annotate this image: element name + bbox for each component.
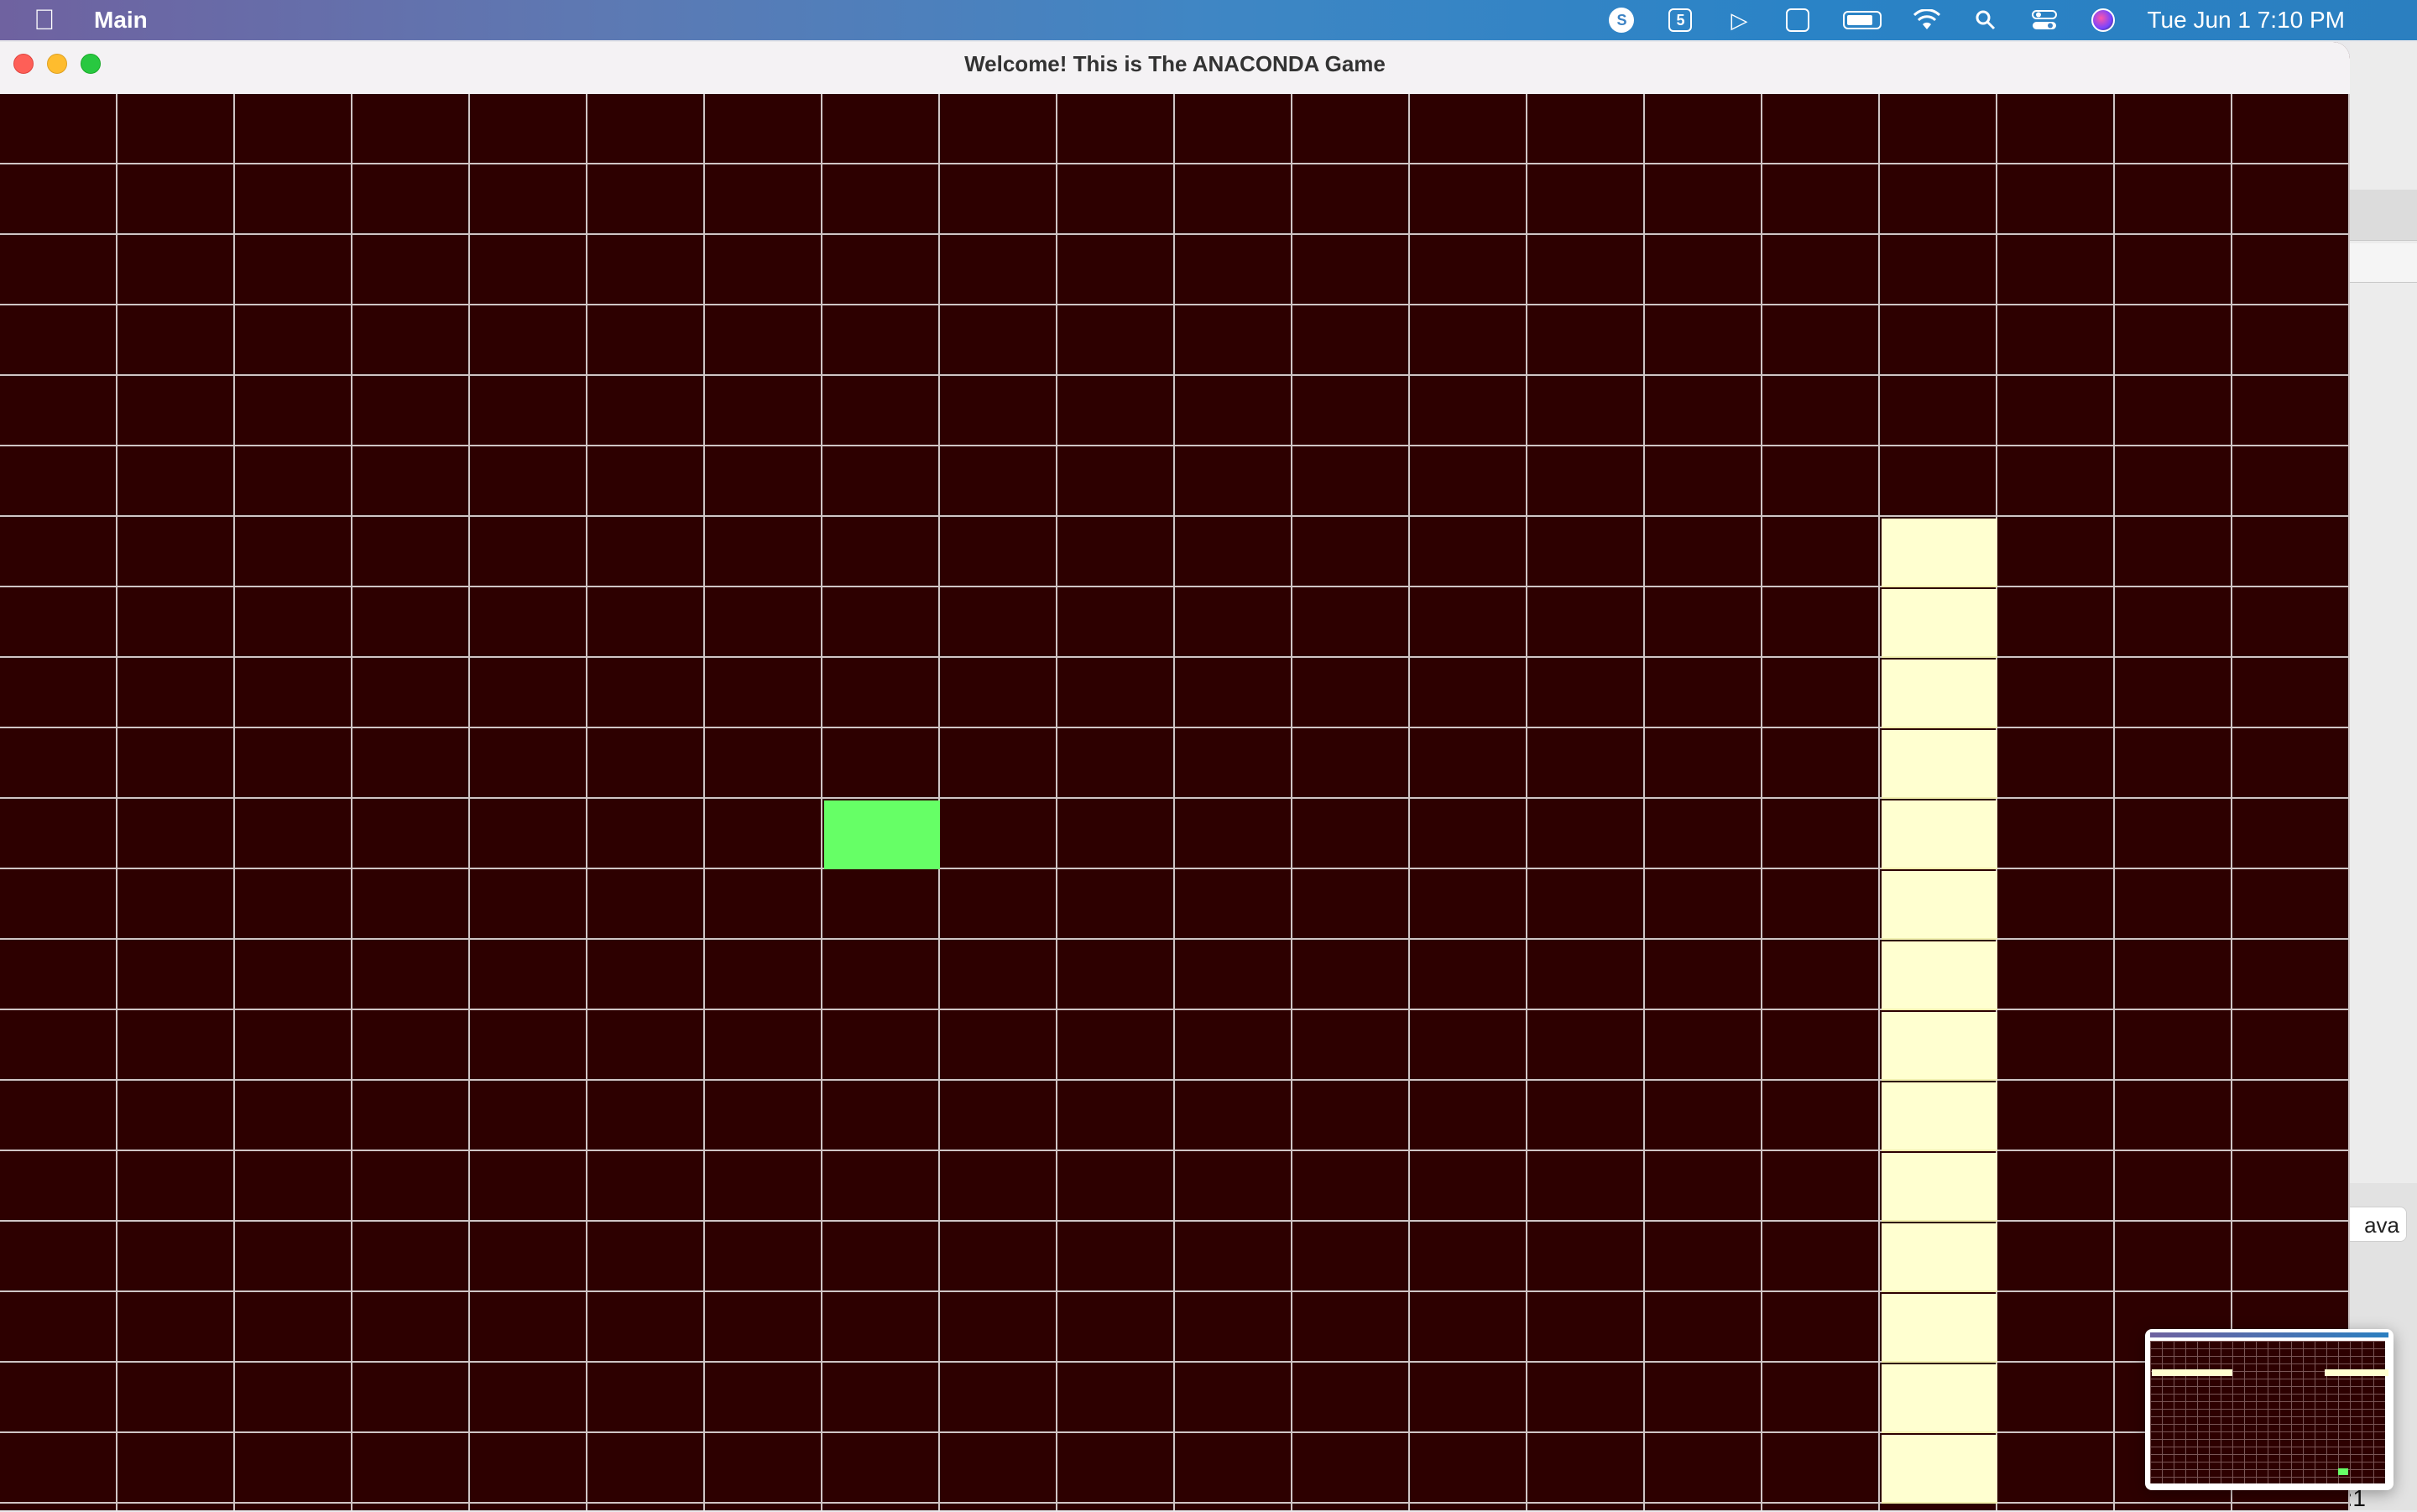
snake-segment [1882,871,1997,940]
background-toolbar [2350,190,2417,241]
status-tray: S 5 ▷ Tue Jun 1 7:10 PM [1606,0,2417,40]
siri-icon[interactable] [2088,7,2118,34]
skype-icon[interactable]: S [1606,7,1637,34]
thumbnail-snake-left [2152,1369,2232,1376]
snake-segment [1882,1223,1997,1292]
window-title: Welcome! This is The ANACONDA Game [964,51,1386,76]
title-bar[interactable]: Welcome! This is The ANACONDA Game [0,42,2350,95]
snake-segment [1882,1294,1997,1363]
snake-segment [1882,589,1997,658]
thumbnail-menubar [2150,1332,2388,1337]
snake-segment [1882,1364,1997,1433]
background-tabbar [2350,243,2417,283]
food-pellet [824,800,940,869]
snake-segment [1882,1435,1997,1504]
snake-segment [1882,660,1997,728]
window-manager-icon[interactable] [1783,7,1813,34]
wifi-icon[interactable] [1912,7,1942,34]
clock[interactable]: Tue Jun 1 7:10 PM [2147,7,2345,34]
menu-bar:  Main S 5 ▷ Tue Jun 1 7:10 PM [0,0,2417,40]
game-board[interactable] [0,94,2350,1510]
snake-segment [1882,1012,1997,1081]
snake-segment [1882,800,1997,869]
control-center-icon[interactable] [2029,7,2059,34]
screenshot-thumbnail[interactable] [2145,1329,2394,1490]
snake-segment [1882,941,1997,1010]
snake-segment [1882,1082,1997,1151]
snake-segment [1882,1153,1997,1222]
app-menu-main[interactable]: Main [94,5,148,35]
thumbnail-board [2150,1341,2385,1483]
thumbnail-food [2338,1468,2348,1475]
game-window: Welcome! This is The ANACONDA Game [0,42,2350,1510]
search-icon[interactable] [1971,7,2001,34]
play-icon[interactable]: ▷ [1724,7,1754,34]
battery-icon[interactable] [1841,7,1883,34]
five-icon[interactable]: 5 [1665,7,1695,34]
snake-segment [1882,519,1997,587]
snake-segment [1882,730,1997,799]
thumbnail-snake-right [2325,1369,2388,1376]
apple-menu-icon[interactable]:  [34,4,55,36]
background-app-window: ava [2333,42,2417,1510]
